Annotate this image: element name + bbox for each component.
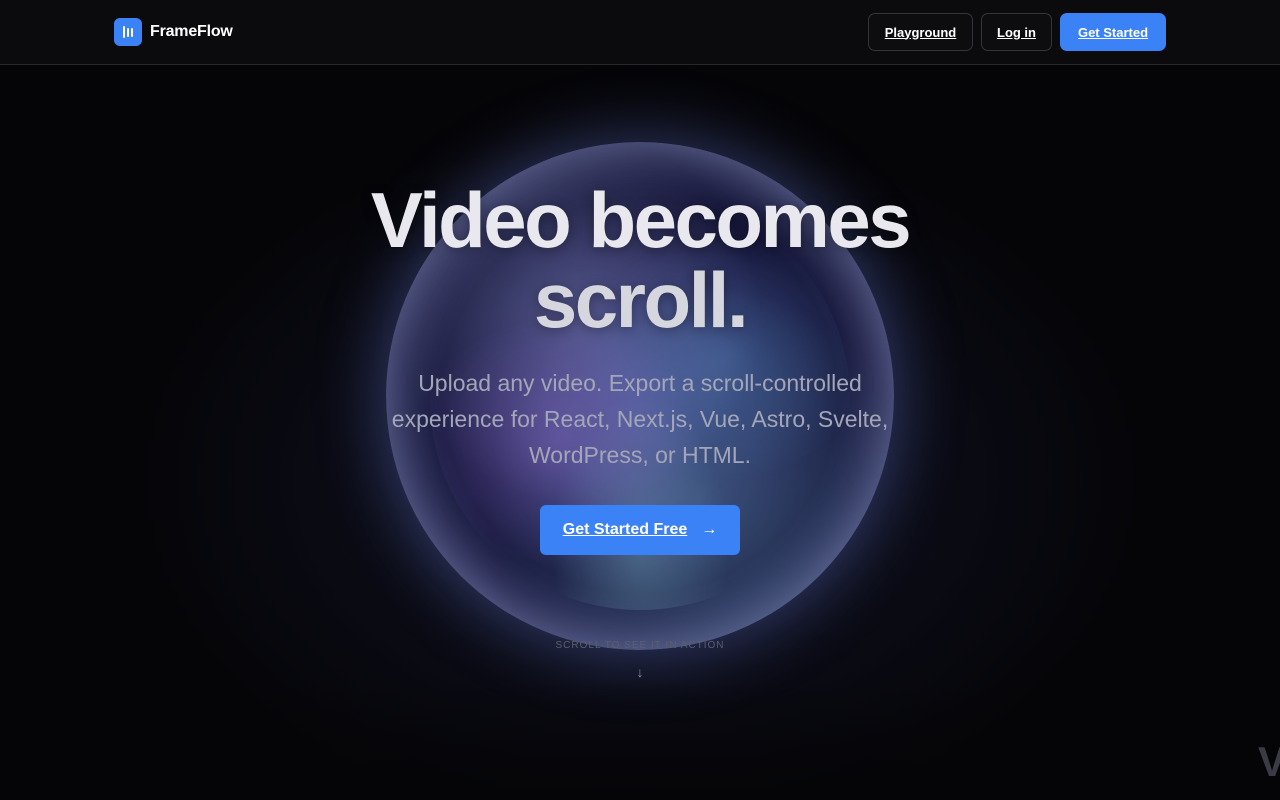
cta-label: Get Started Free xyxy=(562,521,688,538)
arrow-down-icon[interactable]: ↓ xyxy=(632,664,648,680)
landing-page: FrameFlow Playground Log in Get Started … xyxy=(0,0,1280,800)
next-section-heading-glimpse: V xyxy=(1258,738,1280,785)
bottom-fade xyxy=(0,680,1280,800)
hero-title-line-2: scroll. xyxy=(533,256,749,344)
brand-name: FrameFlow xyxy=(150,23,233,40)
top-navigation: FrameFlow Playground Log in Get Started xyxy=(0,0,1280,65)
playground-button[interactable]: Playground xyxy=(868,13,973,51)
hero-title: Video becomes scroll. xyxy=(240,180,1040,340)
scroll-hint: SCROLL TO SEE IT IN ACTION xyxy=(555,640,725,651)
get-started-button[interactable]: Get Started xyxy=(1060,13,1166,51)
arrow-right-icon: → xyxy=(701,521,718,538)
hero-title-line-1: Video becomes xyxy=(370,176,912,264)
hero-subtitle: Upload any video. Export a scroll-contro… xyxy=(391,370,889,468)
logo-icon xyxy=(114,18,142,46)
get-started-free-button[interactable]: Get Started Free → xyxy=(540,505,740,555)
brand[interactable]: FrameFlow xyxy=(114,18,233,46)
login-button[interactable]: Log in xyxy=(981,13,1052,51)
